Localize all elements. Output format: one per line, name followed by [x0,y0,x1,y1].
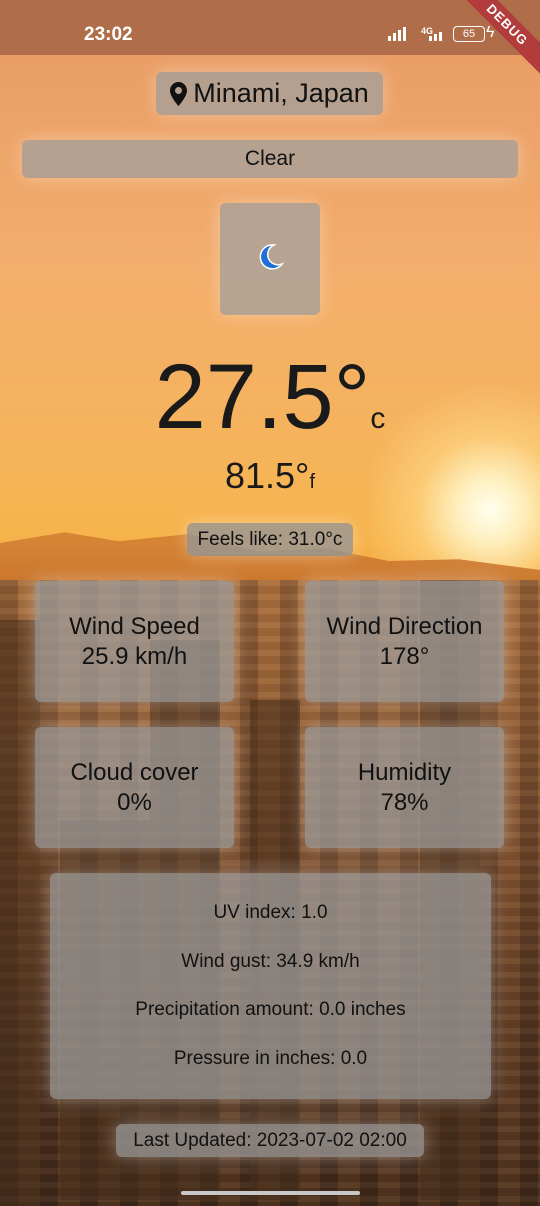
details-panel: UV index: 1.0 Wind gust: 34.9 km/h Preci… [50,873,491,1099]
humidity-label: Humidity [357,758,452,786]
signal-icon [388,27,406,41]
last-updated-badge: Last Updated: 2023-07-02 02:00 [116,1124,424,1157]
wind-direction-label: Wind Direction [326,612,483,640]
wind-speed-value: 25.9 km/h [81,642,188,670]
temperature-celsius-unit: c [370,402,386,435]
feels-like-badge: Feels like: 31.0°c [187,523,353,556]
cloud-cover-label: Cloud cover [70,758,199,786]
wind-speed-label: Wind Speed [69,612,200,640]
battery-level: 65 [462,28,476,40]
precipitation-amount: Precipitation amount: 0.0 inches [135,999,406,1021]
condition-text: Clear [244,147,296,170]
location-chip[interactable]: Minami, Japan [156,72,383,115]
humidity-value: 78% [380,788,429,816]
wind-gust: Wind gust: 34.9 km/h [181,950,360,972]
signal-icon-2 [429,32,442,41]
wind-direction-value: 178° [379,642,430,670]
feels-like-text: Feels like: 31.0°c [197,528,343,550]
temperature-fahrenheit-value: 81.5° [224,455,310,496]
pressure-inches: Pressure in inches: 0.0 [173,1047,368,1069]
location-name: Minami, Japan [193,78,369,108]
temperature-fahrenheit-unit: f [309,471,316,493]
cloud-cover-value: 0% [117,788,152,816]
temperature-celsius: 27.5°c [0,345,540,450]
battery-icon: 65 [453,26,485,42]
humidity-card: Humidity 78% [305,727,504,848]
building [0,620,40,1206]
status-bar: 23:02 4G 65 ϟ [0,0,540,55]
status-time: 23:02 [84,24,133,45]
condition-bar: Clear [22,140,518,178]
location-pin-icon [170,81,188,106]
wind-direction-card: Wind Direction 178° [305,581,504,702]
cloud-cover-card: Cloud cover 0% [35,727,234,848]
crescent-moon-icon [255,242,285,277]
last-updated-text: Last Updated: 2023-07-02 02:00 [133,1129,407,1151]
temperature-celsius-value: 27.5° [154,346,371,448]
wind-speed-card: Wind Speed 25.9 km/h [35,581,234,702]
home-indicator[interactable] [181,1191,360,1195]
temperature-fahrenheit: 81.5°f [0,455,540,497]
weather-icon-box [220,203,320,315]
uv-index: UV index: 1.0 [213,902,328,924]
